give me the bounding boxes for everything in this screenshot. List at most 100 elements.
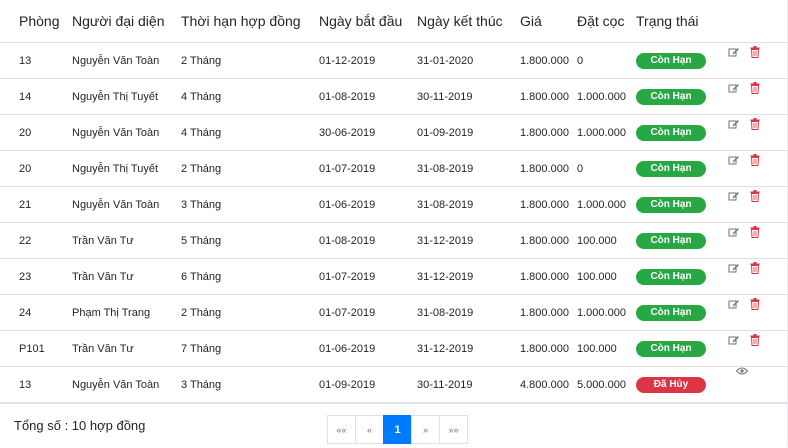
trash-icon[interactable] <box>750 297 762 310</box>
cell-end-date: 31-12-2019 <box>417 222 520 259</box>
cell-start-date: 01-09-2019 <box>319 366 417 403</box>
header-deposit: Đặt cọc <box>577 0 636 43</box>
header-status: Trạng thái <box>636 0 724 43</box>
cell-room: 21 <box>0 186 72 223</box>
cell-status: Còn Hạn <box>636 186 724 223</box>
edit-icon[interactable] <box>728 298 740 310</box>
header-start-date: Ngày bắt đầu <box>319 0 417 43</box>
header-price: Giá <box>520 0 577 43</box>
header-term: Thời hạn hợp đồng <box>181 0 319 43</box>
cell-actions <box>724 150 788 187</box>
cell-person: Nguyễn Văn Toàn <box>72 42 181 79</box>
cell-term: 5 Tháng <box>181 222 319 259</box>
cell-actions <box>724 258 788 295</box>
cell-start-date: 01-07-2019 <box>319 258 417 295</box>
cell-start-date: 01-08-2019 <box>319 222 417 259</box>
eye-icon[interactable] <box>736 367 748 379</box>
status-badge: Còn Hạn <box>636 196 706 213</box>
page-prev-button[interactable]: « <box>355 415 384 444</box>
edit-icon[interactable] <box>728 46 740 58</box>
cell-person: Nguyễn Văn Toàn <box>72 186 181 223</box>
cell-person: Trần Văn Tư <box>72 330 181 367</box>
cell-start-date: 01-07-2019 <box>319 294 417 331</box>
edit-icon[interactable] <box>728 262 740 274</box>
cell-deposit: 0 <box>577 150 636 187</box>
table-row: 13 Nguyễn Văn Toàn 2 Tháng 01-12-2019 31-01-… <box>0 42 788 79</box>
cell-status: Còn Hạn <box>636 78 724 115</box>
cell-price: 1.800.000 <box>520 294 577 331</box>
trash-icon[interactable] <box>750 45 762 58</box>
cell-start-date: 01-08-2019 <box>319 78 417 115</box>
page-last-button[interactable]: »» <box>439 415 468 444</box>
status-badge: Còn Hạn <box>636 268 706 285</box>
cell-start-date: 01-06-2019 <box>319 330 417 367</box>
cell-price: 1.800.000 <box>520 114 577 151</box>
cell-deposit: 5.000.000 <box>577 366 636 403</box>
status-badge: Còn Hạn <box>636 52 706 69</box>
trash-icon[interactable] <box>750 153 762 166</box>
table-header-row: Phòng Người đại diện Thời hạn hợp đồng N… <box>0 0 788 43</box>
cell-person: Nguyễn Văn Toàn <box>72 366 181 403</box>
cell-end-date: 30-11-2019 <box>417 78 520 115</box>
cell-term: 3 Tháng <box>181 186 319 223</box>
cell-actions <box>724 366 788 403</box>
cell-deposit: 100.000 <box>577 222 636 259</box>
page-next-button[interactable]: » <box>411 415 440 444</box>
cell-price: 4.800.000 <box>520 366 577 403</box>
cell-deposit: 1.000.000 <box>577 114 636 151</box>
status-badge: Còn Hạn <box>636 340 706 357</box>
cell-room: 22 <box>0 222 72 259</box>
trash-icon[interactable] <box>750 189 762 202</box>
edit-icon[interactable] <box>728 226 740 238</box>
trash-icon[interactable] <box>750 225 762 238</box>
cell-end-date: 31-12-2019 <box>417 330 520 367</box>
total-count: Tổng số : 10 hợp đồng <box>14 418 146 433</box>
cell-price: 1.800.000 <box>520 330 577 367</box>
trash-icon[interactable] <box>750 261 762 274</box>
trash-icon[interactable] <box>750 81 762 94</box>
cell-price: 1.800.000 <box>520 150 577 187</box>
edit-icon[interactable] <box>728 82 740 94</box>
trash-icon[interactable] <box>750 117 762 130</box>
edit-icon[interactable] <box>728 334 740 346</box>
contracts-page: Phòng Người đại diện Thời hạn hợp đồng N… <box>0 0 788 447</box>
pagination: «« « 1 » »» <box>327 415 468 444</box>
table-row: 20 Nguyễn Văn Toàn 4 Tháng 30-06-2019 01-09-… <box>0 114 788 151</box>
cell-status: Còn Hạn <box>636 222 724 259</box>
edit-icon[interactable] <box>728 190 740 202</box>
cell-end-date: 31-12-2019 <box>417 258 520 295</box>
status-badge: Còn Hạn <box>636 232 706 249</box>
table-row: 24 Phạm Thị Trang 2 Tháng 01-07-2019 31-08-2… <box>0 294 788 331</box>
cell-status: Còn Hạn <box>636 330 724 367</box>
cell-status: Còn Hạn <box>636 114 724 151</box>
cell-room: 20 <box>0 114 72 151</box>
cell-person: Trần Văn Tư <box>72 258 181 295</box>
cell-actions <box>724 222 788 259</box>
cell-actions <box>724 114 788 151</box>
cell-room: 23 <box>0 258 72 295</box>
cell-end-date: 31-08-2019 <box>417 294 520 331</box>
header-end-date: Ngày kết thúc <box>417 0 520 43</box>
cell-term: 4 Tháng <box>181 78 319 115</box>
cell-end-date: 31-01-2020 <box>417 42 520 79</box>
cell-actions <box>724 78 788 115</box>
cell-person: Nguyễn Thị Tuyết <box>72 150 181 187</box>
cell-price: 1.800.000 <box>520 222 577 259</box>
cell-actions <box>724 186 788 223</box>
cell-actions <box>724 294 788 331</box>
contracts-table: Phòng Người đại diện Thời hạn hợp đồng N… <box>0 0 788 403</box>
page-first-button[interactable]: «« <box>327 415 356 444</box>
cell-deposit: 1.000.000 <box>577 78 636 115</box>
page-current-button[interactable]: 1 <box>383 415 412 444</box>
cell-room: 20 <box>0 150 72 187</box>
status-badge: Còn Hạn <box>636 124 706 141</box>
cell-deposit: 100.000 <box>577 258 636 295</box>
edit-icon[interactable] <box>728 118 740 130</box>
cell-status: Còn Hạn <box>636 258 724 295</box>
cell-room: 13 <box>0 366 72 403</box>
status-badge: Đã Hủy <box>636 376 706 393</box>
trash-icon[interactable] <box>750 333 762 346</box>
edit-icon[interactable] <box>728 154 740 166</box>
status-badge: Còn Hạn <box>636 160 706 177</box>
cell-start-date: 30-06-2019 <box>319 114 417 151</box>
